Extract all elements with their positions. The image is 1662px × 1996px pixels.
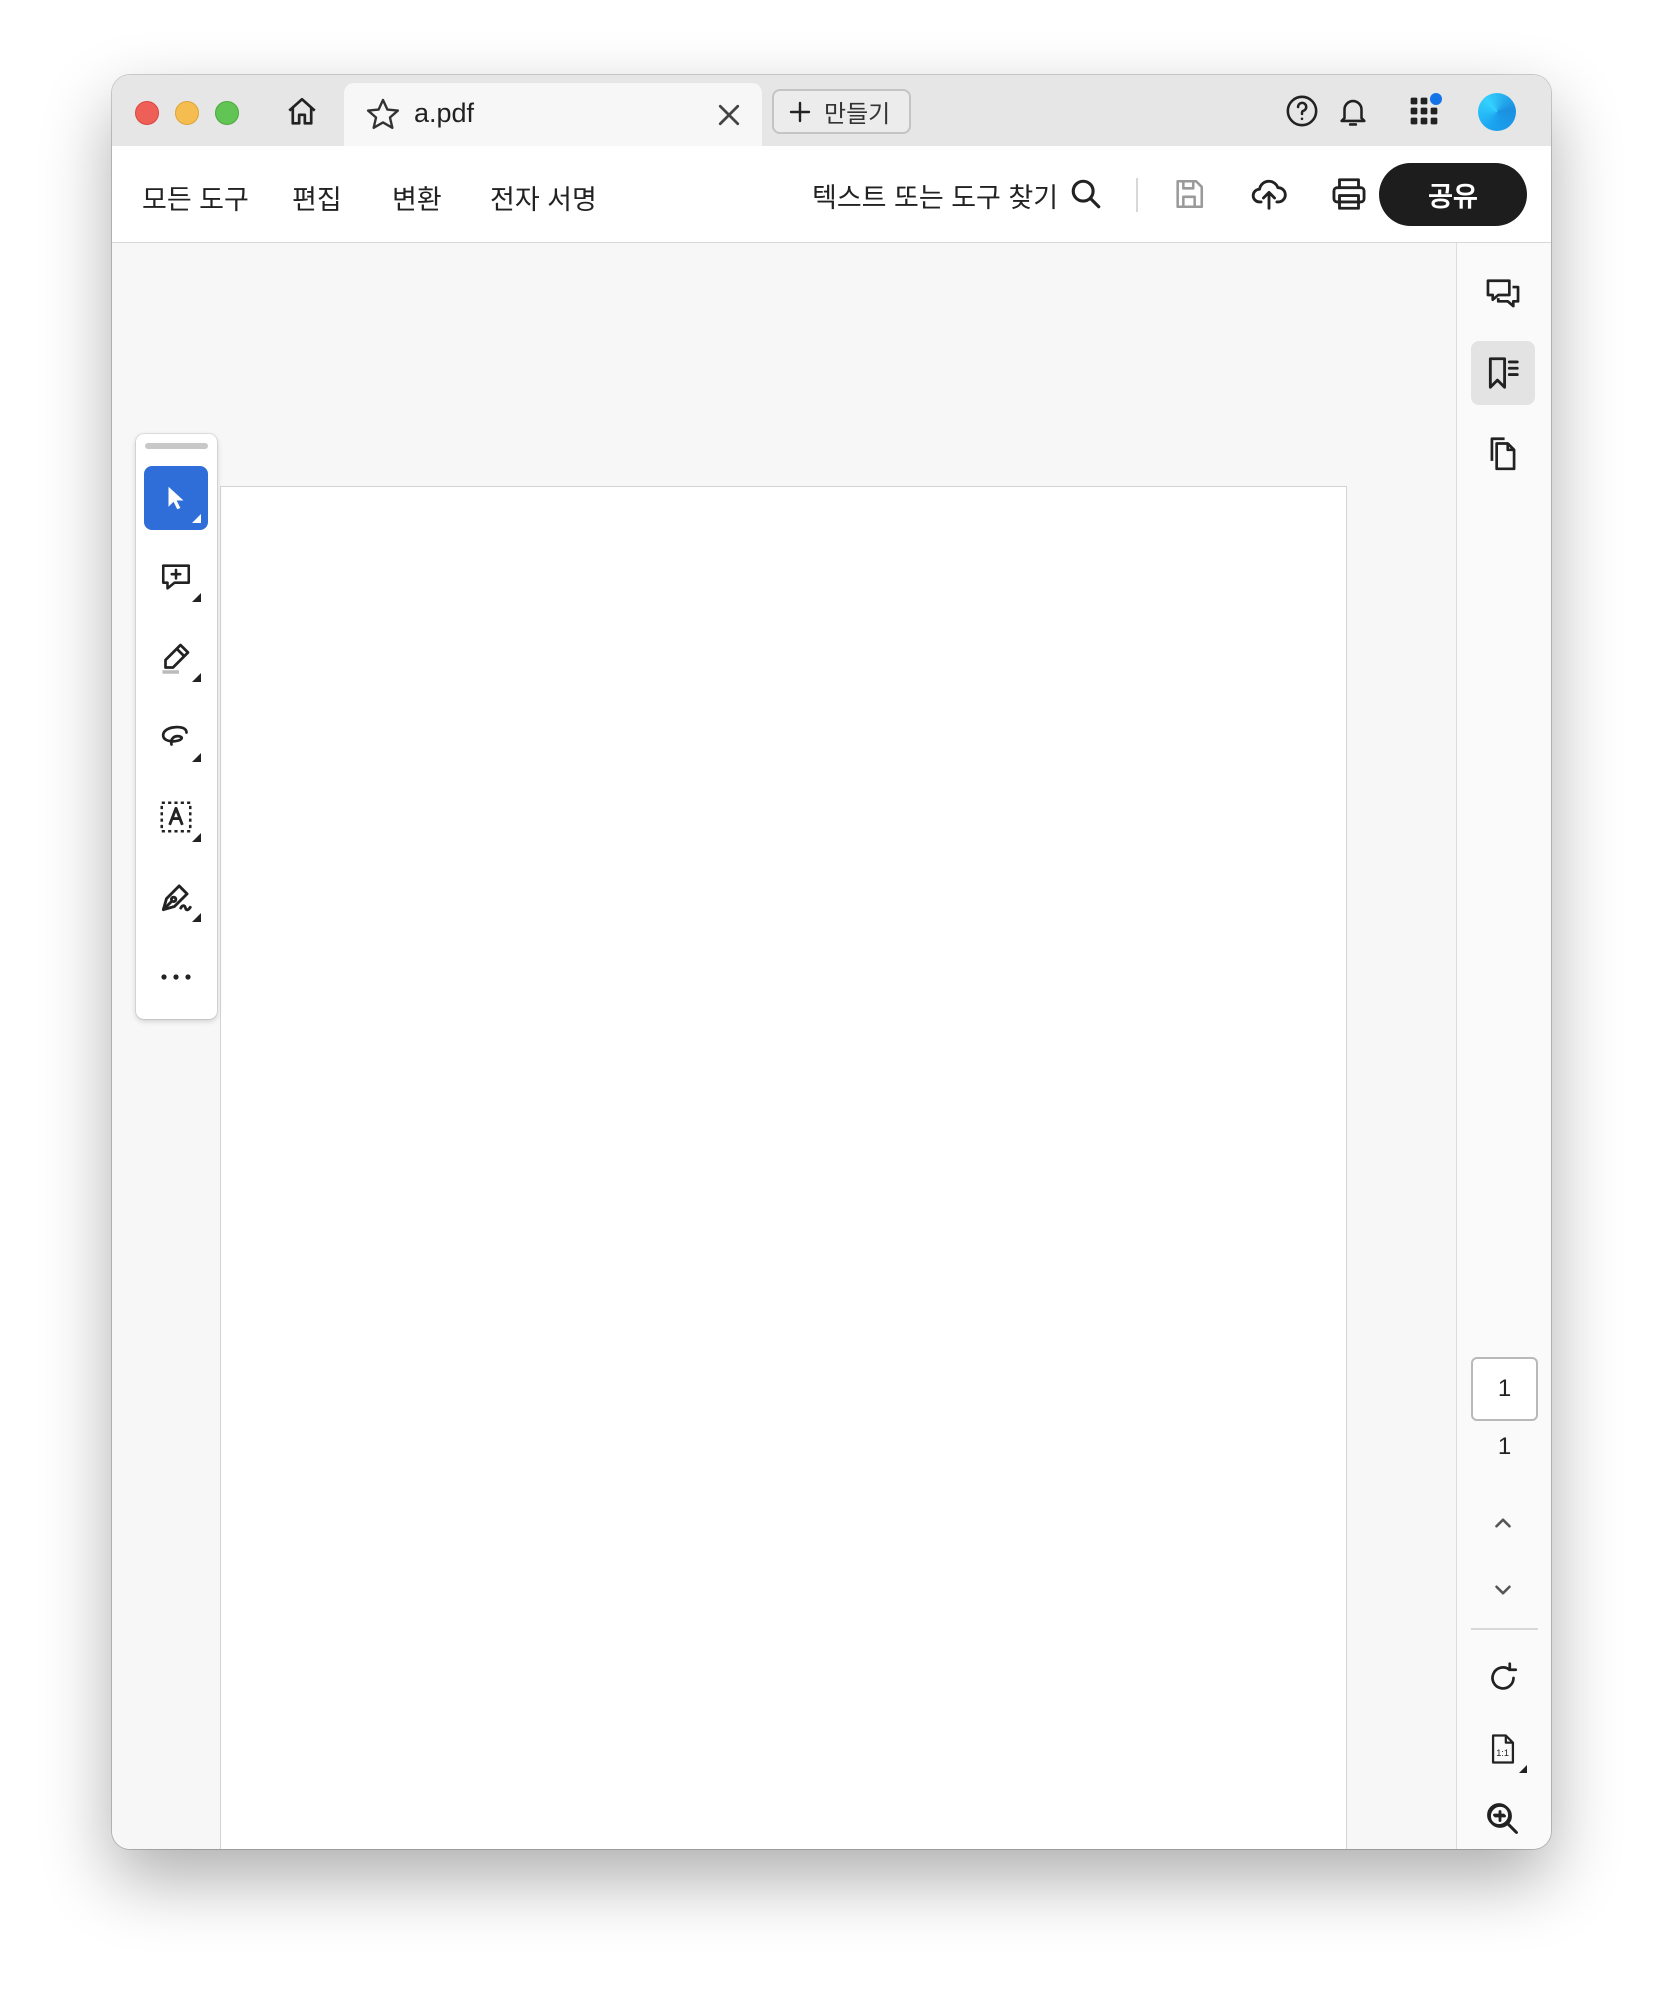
cloud-upload-icon[interactable]	[1247, 172, 1291, 216]
highlighter-icon	[162, 643, 190, 674]
create-button[interactable]: 만들기	[772, 89, 911, 134]
window-close-button[interactable]	[135, 101, 159, 125]
menu-all-tools[interactable]: 모든 도구	[142, 178, 249, 217]
page-number-input[interactable]	[1471, 1357, 1538, 1421]
print-icon[interactable]	[1327, 172, 1371, 216]
chevron-down-icon[interactable]	[1471, 1558, 1535, 1622]
search-label[interactable]: 텍스트 또는 도구 찾기	[812, 176, 1058, 215]
share-button[interactable]: 공유	[1379, 163, 1527, 226]
plus-icon	[789, 101, 811, 122]
svg-text:1:1: 1:1	[1496, 1748, 1509, 1758]
avatar[interactable]	[1478, 93, 1516, 131]
page-total: 1	[1497, 1433, 1512, 1460]
lasso-draw-icon	[161, 725, 188, 746]
help-icon[interactable]	[1282, 91, 1322, 131]
text-select-icon	[160, 801, 192, 833]
menu-edit[interactable]: 편집	[292, 178, 342, 217]
main-toolbar: 모든 도구 편집 변환 전자 서명 텍스트 또는 도구 찾기 공유	[112, 146, 1551, 243]
text-select-tool[interactable]	[144, 785, 208, 849]
more-icon	[161, 974, 191, 980]
quick-tools-panel	[136, 434, 217, 1019]
zoom-out-icon[interactable]	[1470, 1798, 1534, 1838]
search-icon[interactable]	[1064, 172, 1108, 216]
toolbar-divider	[1136, 178, 1138, 212]
select-tool[interactable]	[144, 466, 208, 530]
bookmarks-icon[interactable]	[1471, 341, 1535, 405]
pdf-page[interactable]	[220, 486, 1347, 1849]
save-icon[interactable]	[1167, 172, 1211, 216]
rotate-icon[interactable]	[1471, 1646, 1535, 1710]
menu-convert[interactable]: 변환	[392, 178, 442, 217]
chevron-up-icon[interactable]	[1471, 1491, 1535, 1555]
notification-dot	[1430, 93, 1442, 105]
home-icon[interactable]	[282, 92, 322, 132]
highlight-tool[interactable]	[144, 625, 208, 689]
right-rail: 1 1:1	[1456, 243, 1551, 1849]
apps-grid-icon[interactable]	[1404, 91, 1444, 131]
app-window: a.pdf 만들기 모든 도구 편집 변환 전자 서명 텍스트 또는 도구 찾기…	[112, 75, 1551, 1849]
pages-icon[interactable]	[1471, 421, 1535, 485]
comments-icon[interactable]	[1471, 263, 1535, 327]
create-button-label: 만들기	[824, 101, 891, 128]
draw-tool[interactable]	[144, 705, 208, 769]
window-zoom-button[interactable]	[215, 101, 239, 125]
document-area[interactable]	[112, 243, 1456, 1849]
add-comment-icon	[161, 564, 191, 590]
add-comment-tool[interactable]	[144, 545, 208, 609]
window-minimize-button[interactable]	[175, 101, 199, 125]
drag-handle[interactable]	[145, 443, 208, 449]
menu-e-sign[interactable]: 전자 서명	[490, 178, 597, 217]
sign-tool[interactable]	[144, 865, 208, 929]
document-tab[interactable]: a.pdf	[344, 83, 762, 146]
close-icon[interactable]	[714, 100, 744, 130]
tab-title: a.pdf	[414, 98, 475, 128]
pen-sign-icon	[161, 884, 192, 912]
select-arrow-icon	[168, 486, 184, 510]
actual-size-icon[interactable]: 1:1	[1471, 1717, 1535, 1781]
bell-icon[interactable]	[1333, 91, 1373, 131]
star-icon[interactable]	[364, 96, 402, 134]
title-bar: a.pdf 만들기	[112, 75, 1551, 146]
more-tools-button[interactable]	[144, 945, 208, 1009]
rail-divider	[1471, 1628, 1538, 1630]
